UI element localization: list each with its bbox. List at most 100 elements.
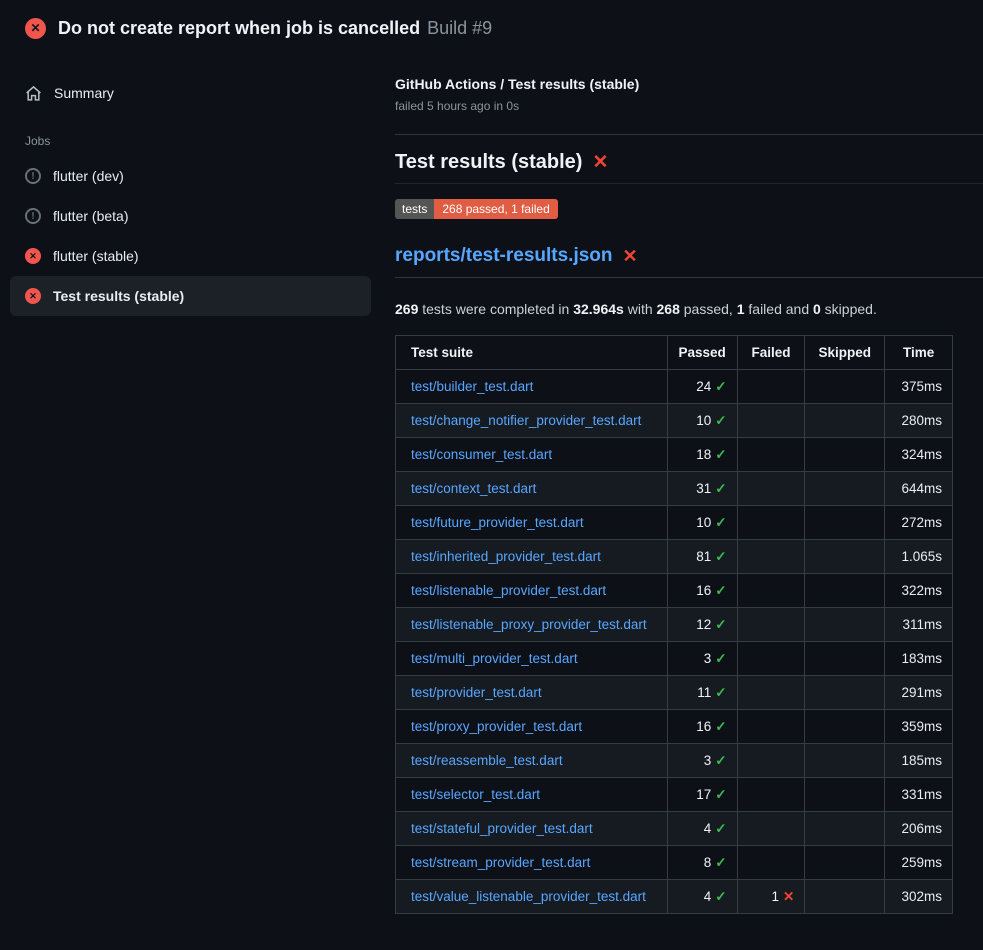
sidebar-item-summary[interactable]: Summary bbox=[10, 74, 371, 112]
test-suite-link[interactable]: test/proxy_provider_test.dart bbox=[411, 719, 582, 734]
column-header: Failed bbox=[737, 336, 805, 370]
summary-segment: 0 bbox=[813, 301, 821, 317]
test-suite-cell: test/value_listenable_provider_test.dart bbox=[396, 880, 668, 914]
skipped-cell bbox=[805, 778, 885, 812]
skipped-cell bbox=[805, 846, 885, 880]
badge-label: tests bbox=[395, 199, 434, 219]
check-icon: ✓ bbox=[715, 379, 726, 394]
failed-cell bbox=[737, 506, 805, 540]
summary-segment: failed and bbox=[745, 301, 814, 317]
check-icon: ✓ bbox=[715, 481, 726, 496]
test-suite-link[interactable]: test/context_test.dart bbox=[411, 481, 536, 496]
passed-cell: 11✓ bbox=[667, 676, 737, 710]
home-icon bbox=[25, 85, 42, 102]
count-value: 81 bbox=[696, 549, 711, 564]
report-file-link[interactable]: reports/test-results.json bbox=[395, 245, 613, 267]
time-cell: 291ms bbox=[885, 676, 953, 710]
table-header: Test suitePassedFailedSkippedTime bbox=[396, 336, 953, 370]
test-suite-link[interactable]: test/consumer_test.dart bbox=[411, 447, 552, 462]
table-row: test/provider_test.dart 11✓ 291ms bbox=[396, 676, 953, 710]
check-icon: ✓ bbox=[715, 617, 726, 632]
time-cell: 322ms bbox=[885, 574, 953, 608]
passed-cell: 31✓ bbox=[667, 472, 737, 506]
sidebar-item-job[interactable]: !flutter (beta) bbox=[10, 196, 371, 236]
table-body: test/builder_test.dart24✓375mstest/chang… bbox=[396, 370, 953, 914]
time-cell: 375ms bbox=[885, 370, 953, 404]
skipped-cell bbox=[805, 744, 885, 778]
skipped-cell bbox=[805, 608, 885, 642]
test-suite-link[interactable]: test/multi_provider_test.dart bbox=[411, 651, 578, 666]
passed-cell: 10✓ bbox=[667, 506, 737, 540]
x-circle-icon: ✕ bbox=[25, 288, 41, 304]
check-icon: ✓ bbox=[715, 821, 726, 836]
table-row: test/builder_test.dart24✓375ms bbox=[396, 370, 953, 404]
summary-segment: skipped. bbox=[821, 301, 877, 317]
count-value: 1 bbox=[772, 889, 780, 904]
failed-cell bbox=[737, 608, 805, 642]
summary-segment: passed, bbox=[680, 301, 737, 317]
sidebar-item-job[interactable]: ✕flutter (stable) bbox=[10, 236, 371, 276]
test-suite-cell: test/multi_provider_test.dart bbox=[396, 642, 668, 676]
skipped-cell bbox=[805, 574, 885, 608]
count-value: 11 bbox=[697, 685, 711, 700]
failed-cell bbox=[737, 778, 805, 812]
failed-cell bbox=[737, 404, 805, 438]
table-row: test/value_listenable_provider_test.dart… bbox=[396, 880, 953, 914]
check-icon: ✓ bbox=[715, 515, 726, 530]
test-suite-link[interactable]: test/change_notifier_provider_test.dart bbox=[411, 413, 641, 428]
test-suite-link[interactable]: test/future_provider_test.dart bbox=[411, 515, 584, 530]
count-value: 16 bbox=[696, 719, 711, 734]
failed-x-icon: ✕ bbox=[592, 151, 608, 174]
passed-cell: 4✓ bbox=[667, 880, 737, 914]
table-row: test/stateful_provider_test.dart4✓206ms bbox=[396, 812, 953, 846]
failed-cell bbox=[737, 438, 805, 472]
test-suite-link[interactable]: test/reassemble_test.dart bbox=[411, 753, 563, 768]
failed-cell bbox=[737, 710, 805, 744]
test-suite-link[interactable]: test/builder_test.dart bbox=[411, 379, 533, 394]
column-header: Time bbox=[885, 336, 953, 370]
test-suite-link[interactable]: test/listenable_proxy_provider_test.dart bbox=[411, 617, 647, 632]
failed-cell bbox=[737, 540, 805, 574]
summary-segment: 32.964s bbox=[573, 301, 624, 317]
time-cell: 185ms bbox=[885, 744, 953, 778]
test-suite-cell: test/consumer_test.dart bbox=[396, 438, 668, 472]
table-row: test/future_provider_test.dart10✓272ms bbox=[396, 506, 953, 540]
passed-cell: 12✓ bbox=[667, 608, 737, 642]
count-value: 3 bbox=[704, 651, 712, 666]
time-cell: 259ms bbox=[885, 846, 953, 880]
skipped-cell bbox=[805, 438, 885, 472]
test-results-table: Test suitePassedFailedSkippedTime test/b… bbox=[395, 335, 953, 914]
check-icon: ✓ bbox=[715, 447, 726, 462]
passed-cell: 4✓ bbox=[667, 812, 737, 846]
test-suite-link[interactable]: test/value_listenable_provider_test.dart bbox=[411, 889, 646, 904]
check-icon: ✓ bbox=[715, 719, 726, 734]
sidebar-item-job[interactable]: ✕Test results (stable) bbox=[10, 276, 371, 316]
sidebar-item-label: Summary bbox=[54, 85, 114, 101]
exclamation-circle-icon: ! bbox=[25, 208, 41, 224]
test-suite-link[interactable]: test/provider_test.dart bbox=[411, 685, 542, 700]
skipped-cell bbox=[805, 540, 885, 574]
test-suite-link[interactable]: test/inherited_provider_test.dart bbox=[411, 549, 601, 564]
count-value: 10 bbox=[696, 413, 711, 428]
passed-cell: 3✓ bbox=[667, 744, 737, 778]
test-suite-link[interactable]: test/stream_provider_test.dart bbox=[411, 855, 590, 870]
x-icon: ✕ bbox=[783, 889, 794, 904]
skipped-cell bbox=[805, 642, 885, 676]
test-suite-link[interactable]: test/selector_test.dart bbox=[411, 787, 540, 802]
skipped-cell bbox=[805, 880, 885, 914]
failed-cell bbox=[737, 676, 805, 710]
test-suite-link[interactable]: test/stateful_provider_test.dart bbox=[411, 821, 593, 836]
test-suite-cell: test/stream_provider_test.dart bbox=[396, 846, 668, 880]
check-icon: ✓ bbox=[715, 889, 726, 904]
sidebar-item-label: flutter (dev) bbox=[53, 168, 124, 184]
summary-segment: 1 bbox=[737, 301, 745, 317]
main-content: GitHub Actions / Test results (stable) f… bbox=[395, 56, 983, 914]
jobs-section-label: Jobs bbox=[25, 134, 371, 148]
time-cell: 644ms bbox=[885, 472, 953, 506]
x-circle-icon: ✕ bbox=[25, 248, 41, 264]
test-suite-link[interactable]: test/listenable_provider_test.dart bbox=[411, 583, 606, 598]
test-summary-line: 269 tests were completed in 32.964s with… bbox=[395, 301, 983, 317]
sidebar-item-job[interactable]: !flutter (dev) bbox=[10, 156, 371, 196]
sidebar: Summary Jobs !flutter (dev)!flutter (bet… bbox=[0, 56, 395, 316]
run-meta: failed 5 hours ago in 0s bbox=[395, 99, 983, 113]
